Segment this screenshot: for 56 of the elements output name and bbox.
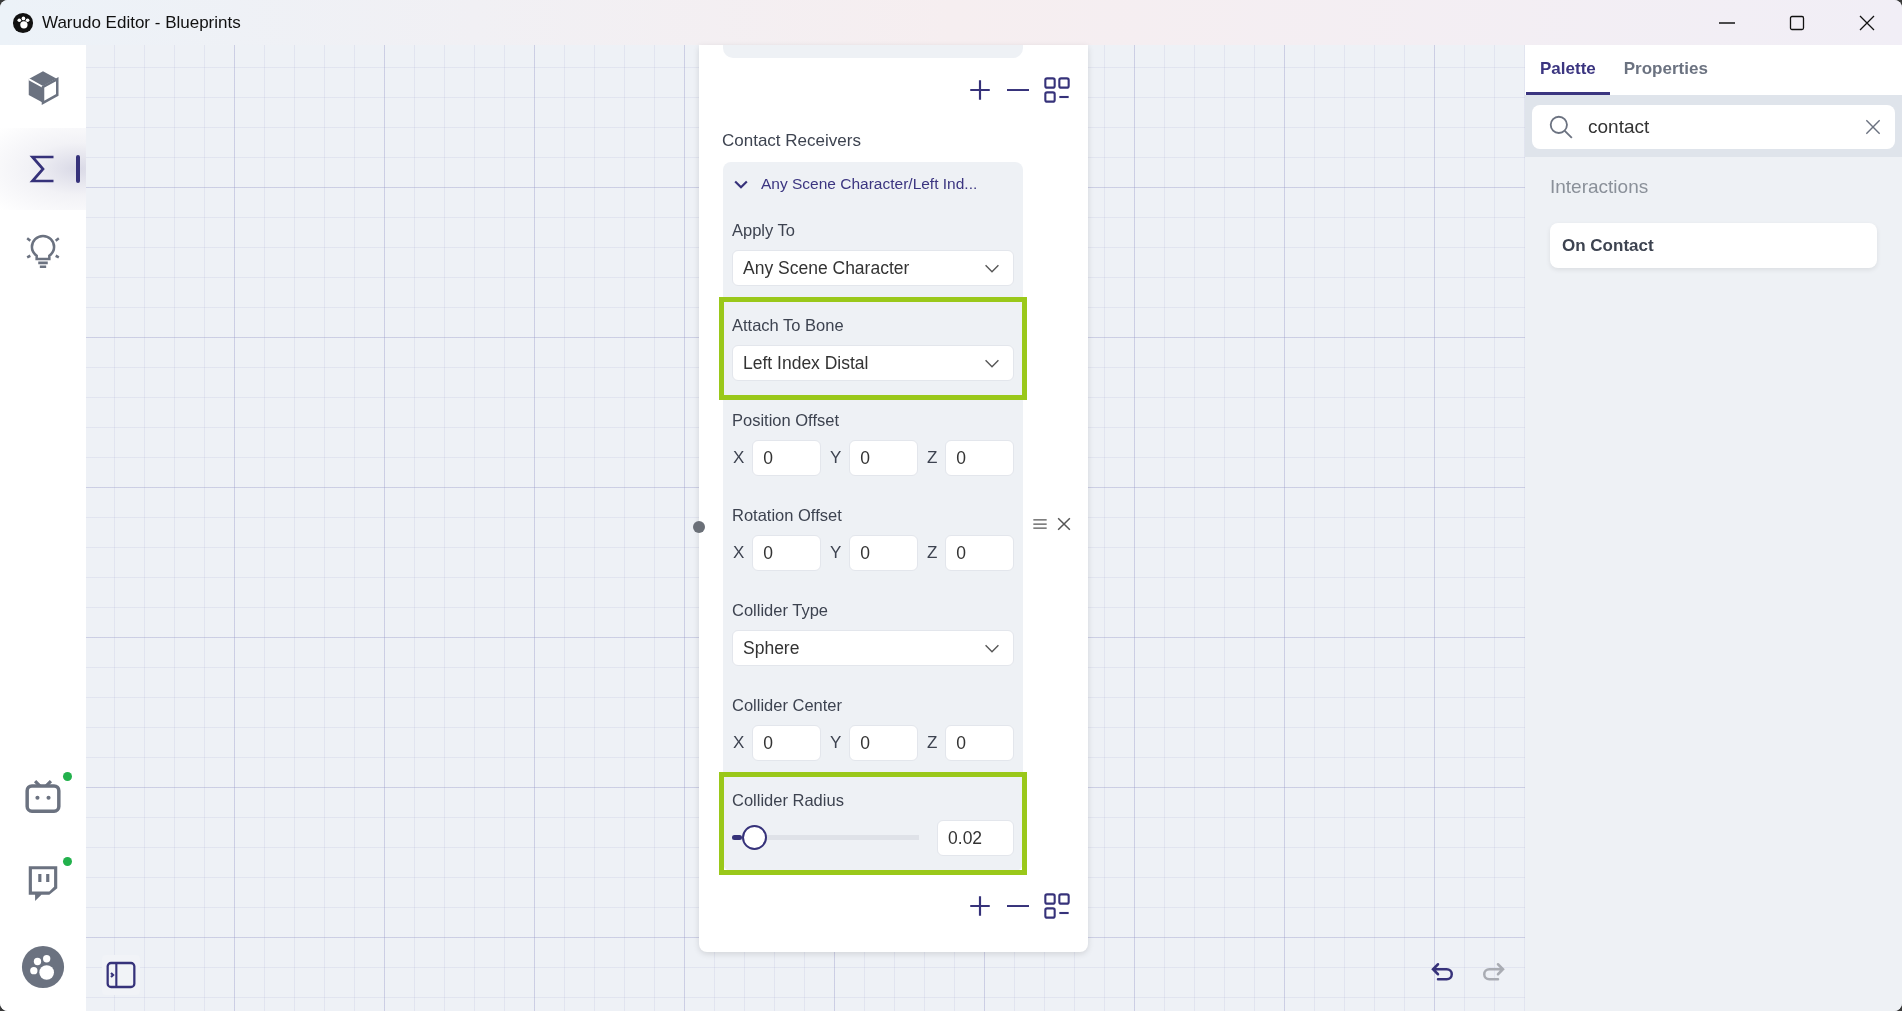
tv-icon: [24, 777, 62, 816]
axis-label: Z: [925, 448, 938, 468]
close-icon: [1859, 14, 1875, 31]
dropdown[interactable]: Sphere: [732, 630, 1014, 666]
sidebar-toggle-icon: [105, 959, 137, 991]
plus-icon: [967, 77, 993, 103]
app-logo-icon: [12, 11, 34, 34]
axis-label: Y: [829, 448, 842, 468]
panel-tab[interactable]: Properties: [1609, 45, 1722, 95]
axis-label: Z: [925, 733, 938, 753]
section-title: Contact Receivers: [722, 130, 862, 152]
grid-icon: [1043, 892, 1071, 920]
field-label: Collider Type: [732, 600, 829, 621]
axis-label: X: [732, 733, 745, 753]
minus-icon: [1007, 904, 1029, 908]
number-field[interactable]: 0: [945, 440, 1014, 476]
field-label: Collider Center: [732, 695, 844, 716]
number-field[interactable]: 0.02: [937, 820, 1014, 856]
field-label: Collider Radius: [732, 790, 845, 811]
axis-label: Y: [829, 543, 842, 563]
number-field[interactable]: 0: [849, 725, 918, 761]
grid-icon: [1043, 76, 1071, 104]
node-port[interactable]: [693, 521, 705, 533]
plus-icon: [967, 893, 993, 919]
axis-label: X: [732, 448, 745, 468]
axis-label: X: [732, 543, 745, 563]
number-field[interactable]: 0: [945, 725, 1014, 761]
number-field[interactable]: 0: [945, 535, 1014, 571]
number-field[interactable]: 0: [849, 535, 918, 571]
sidebar-tab[interactable]: [0, 128, 86, 210]
minus-icon: [1007, 88, 1029, 92]
number-field[interactable]: 0: [752, 440, 821, 476]
dropdown[interactable]: Any Scene Character: [732, 250, 1014, 286]
search-icon: [1548, 114, 1574, 140]
slider-thumb[interactable]: [742, 825, 768, 850]
number-field[interactable]: 0: [849, 440, 918, 476]
maximize-icon: [1789, 14, 1805, 31]
number-field[interactable]: 0: [752, 725, 821, 761]
field-label: Position Offset: [732, 410, 840, 431]
close-icon: [1863, 117, 1883, 137]
field-label: Attach To Bone: [732, 315, 845, 336]
clear-search-button[interactable]: [1863, 117, 1883, 137]
window-title: Warudo Editor - Blueprints: [42, 12, 241, 33]
axis-label: Y: [829, 733, 842, 753]
field-label: Rotation Offset: [732, 505, 843, 526]
lightbulb-icon: [24, 232, 62, 270]
palette-item[interactable]: On Contact: [1550, 223, 1877, 268]
field-label: Apply To: [732, 220, 796, 241]
group-title: Interactions: [1550, 176, 1650, 199]
search-bar[interactable]: contact: [1532, 105, 1895, 149]
dropdown[interactable]: Left Index Distal: [732, 345, 1014, 381]
number-field[interactable]: 0: [752, 535, 821, 571]
minimize-icon: [1719, 21, 1735, 24]
paw-logo-icon: [21, 944, 65, 989]
receiver-header[interactable]: Any Scene Character/Left Ind...: [723, 162, 1023, 206]
axis-label: Z: [925, 543, 938, 563]
